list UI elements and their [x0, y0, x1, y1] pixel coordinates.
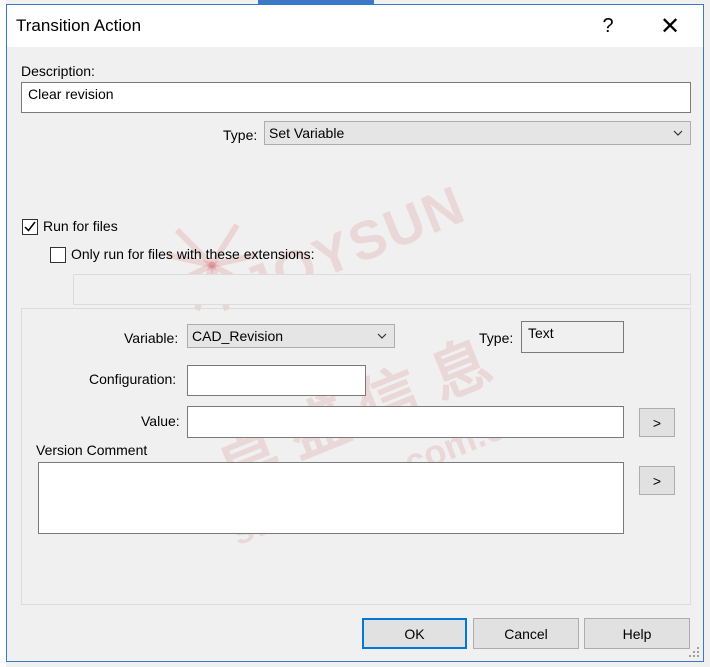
variable-dropdown-value: CAD_Revision: [192, 328, 284, 344]
configuration-input[interactable]: [187, 365, 366, 396]
help-button[interactable]: Help: [584, 618, 690, 649]
description-input[interactable]: Clear revision: [21, 82, 691, 113]
extensions-input: [73, 274, 691, 305]
only-extensions-checkbox[interactable]: [50, 247, 66, 263]
help-icon[interactable]: ?: [585, 11, 631, 41]
chevron-down-icon: [673, 130, 683, 136]
resize-grip-icon[interactable]: [688, 646, 700, 658]
chevron-down-icon: [377, 333, 387, 339]
variable-dropdown[interactable]: CAD_Revision: [187, 324, 395, 348]
type-dropdown-value: Set Variable: [269, 125, 345, 141]
only-extensions-label[interactable]: Only run for files with these extensions…: [71, 246, 315, 262]
variable-label: Variable:: [124, 330, 179, 346]
version-comment-label: Version Comment: [36, 442, 148, 458]
dialog-title: Transition Action: [16, 16, 142, 35]
version-comment-picker-button[interactable]: >: [639, 466, 675, 495]
variable-type-label: Type:: [479, 330, 514, 346]
value-picker-button[interactable]: >: [639, 408, 675, 437]
title-bar: Transition Action ? ✕: [7, 5, 703, 47]
ok-button[interactable]: OK: [362, 618, 467, 649]
version-comment-input[interactable]: [38, 462, 624, 534]
type-dropdown[interactable]: Set Variable: [264, 121, 691, 145]
variable-type-value: Text: [521, 321, 624, 353]
run-for-files-label[interactable]: Run for files: [43, 218, 118, 234]
help-symbol: ?: [602, 14, 614, 37]
close-symbol: ✕: [659, 12, 681, 40]
transition-action-dialog: Transition Action ? ✕ Description: Clear…: [6, 4, 704, 662]
checkmark-icon: [24, 221, 36, 232]
cancel-button[interactable]: Cancel: [473, 618, 579, 649]
type-label: Type:: [223, 127, 258, 143]
run-for-files-checkbox[interactable]: [22, 219, 38, 235]
description-label: Description:: [21, 63, 95, 79]
value-input[interactable]: [187, 406, 624, 438]
configuration-label: Configuration:: [89, 371, 177, 387]
close-icon[interactable]: ✕: [647, 11, 693, 41]
value-label: Value:: [141, 413, 180, 429]
